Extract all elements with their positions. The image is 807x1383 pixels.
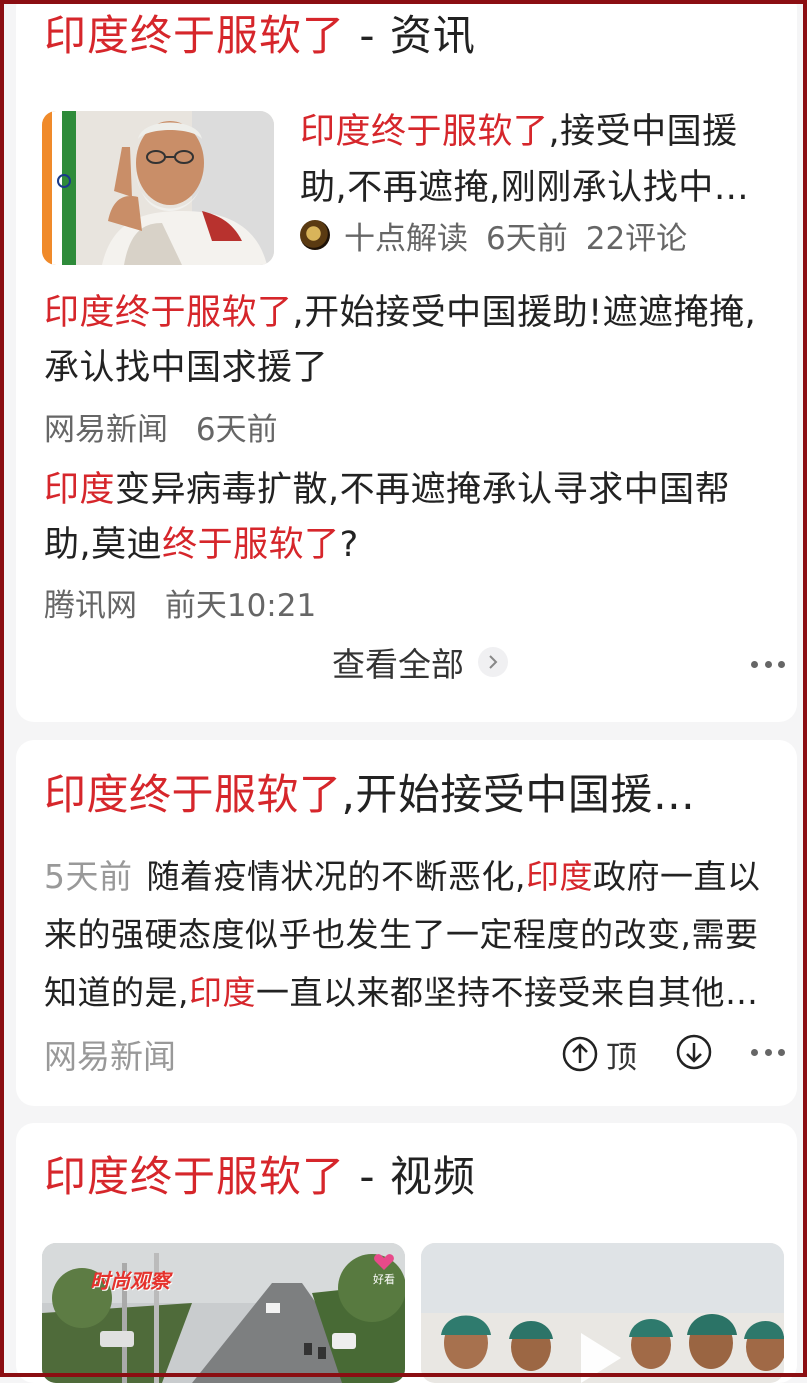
news-item1-author[interactable]: 十点解读 bbox=[344, 213, 468, 258]
video-platform-badge-label: 好看 bbox=[373, 1273, 395, 1286]
news-item3-title[interactable]: 印度变异病毒扩散,不再遮掩承认寻求中国帮助,莫迪终于服软了? bbox=[44, 463, 774, 573]
video-card: 印度终于服软了 - 视频 时尚观察 好看 bbox=[16, 1123, 797, 1383]
upvote-button[interactable]: 顶 bbox=[562, 1032, 637, 1076]
video-section-title[interactable]: 印度终于服软了 - 视频 bbox=[44, 1152, 476, 1201]
news-card: 印度终于服软了 - 资讯 印度终于服软了,接受中国援助,不再遮掩,刚刚承认找中… bbox=[16, 0, 797, 722]
news-item3-time: 前天10:21 bbox=[164, 588, 317, 624]
news-section-title-highlight: 印度终于服软了 bbox=[44, 11, 346, 60]
article-title[interactable]: 印度终于服软了,开始接受中国援… bbox=[44, 770, 774, 820]
news-item1-time: 6天前 bbox=[486, 220, 568, 257]
news-item2-source: 网易新闻 bbox=[44, 412, 168, 448]
news-item3-title-highlight1: 印度 bbox=[44, 470, 116, 510]
more-options-icon[interactable] bbox=[751, 1046, 785, 1058]
news-item3-title-end: ? bbox=[339, 525, 359, 565]
chevron-right-icon bbox=[478, 647, 508, 677]
news-item1-comments[interactable]: 22评论 bbox=[586, 213, 687, 258]
view-all-button[interactable]: 查看全部 bbox=[332, 638, 508, 686]
author-avatar bbox=[300, 220, 330, 250]
article-source: 网易新闻 bbox=[44, 1037, 176, 1076]
news-item2-title[interactable]: 印度终于服软了,开始接受中国援助!遮遮掩掩,承认找中国求援了 bbox=[44, 286, 774, 396]
article-body-hl2: 印度 bbox=[189, 973, 256, 1012]
video-platform-badge: 好看 bbox=[373, 1253, 395, 1287]
article-time: 5天前 bbox=[44, 857, 133, 896]
video-section-title-highlight: 印度终于服软了 bbox=[44, 1152, 346, 1201]
video-section-title-suffix: - 视频 bbox=[345, 1152, 476, 1201]
arrow-up-circle-icon bbox=[562, 1036, 598, 1072]
article-title-highlight: 印度终于服软了 bbox=[44, 770, 342, 819]
article-card: 印度终于服软了,开始接受中国援… 5天前 随着疫情状况的不断恶化,印度政府一直以来… bbox=[16, 740, 797, 1106]
news-item3-source: 腾讯网 bbox=[44, 588, 137, 624]
news-item3-title-highlight2: 终于服软了 bbox=[162, 525, 340, 565]
news-item3-meta: 腾讯网 前天10:21 bbox=[44, 580, 316, 625]
article-body-hl1: 印度 bbox=[526, 857, 593, 896]
news-item1-title[interactable]: 印度终于服软了,接受中国援助,不再遮掩,刚刚承认找中… bbox=[300, 104, 780, 216]
news-item2-title-highlight: 印度终于服软了 bbox=[44, 293, 293, 333]
news-item2-meta: 网易新闻 6天前 bbox=[44, 404, 278, 449]
news-item1-thumbnail[interactable] bbox=[42, 111, 274, 265]
road-scene-image bbox=[42, 1243, 405, 1383]
article-summary[interactable]: 5天前 随着疫情状况的不断恶化,印度政府一直以来的强硬态度似乎也发生了一定程度的改… bbox=[44, 848, 779, 1022]
video-channel-logo: 时尚观察 bbox=[90, 1269, 170, 1293]
news-section-title[interactable]: 印度终于服软了 - 资讯 bbox=[44, 11, 476, 60]
article-title-rest: ,开始接受中国援… bbox=[341, 770, 696, 819]
downvote-button[interactable] bbox=[676, 1034, 712, 1074]
arrow-down-circle-icon bbox=[676, 1034, 712, 1070]
more-options-icon[interactable] bbox=[751, 658, 785, 670]
news-item2-time: 6天前 bbox=[195, 412, 278, 448]
news-section-title-suffix: - 资讯 bbox=[345, 11, 476, 60]
video-thumbnail-1[interactable]: 时尚观察 好看 bbox=[42, 1243, 405, 1383]
portrait-image bbox=[42, 111, 274, 265]
news-item3-title-middle: 变异病毒扩散,不再遮掩承认寻求中国帮助,莫迪 bbox=[44, 470, 731, 565]
article-body-seg1: 随着疫情状况的不断恶化, bbox=[146, 857, 526, 896]
news-item1-title-highlight: 印度终于服软了 bbox=[300, 112, 549, 152]
view-all-label: 查看全部 bbox=[332, 645, 464, 684]
soldiers-image bbox=[421, 1243, 784, 1383]
heart-logo-icon bbox=[374, 1254, 394, 1270]
upvote-label: 顶 bbox=[606, 1039, 637, 1076]
video-thumbnail-2[interactable] bbox=[421, 1243, 784, 1383]
article-body-seg3: 一直以来都坚持不接受来自其他… bbox=[256, 973, 759, 1012]
news-item1-meta: 十点解读 6天前 22评论 bbox=[300, 212, 687, 258]
